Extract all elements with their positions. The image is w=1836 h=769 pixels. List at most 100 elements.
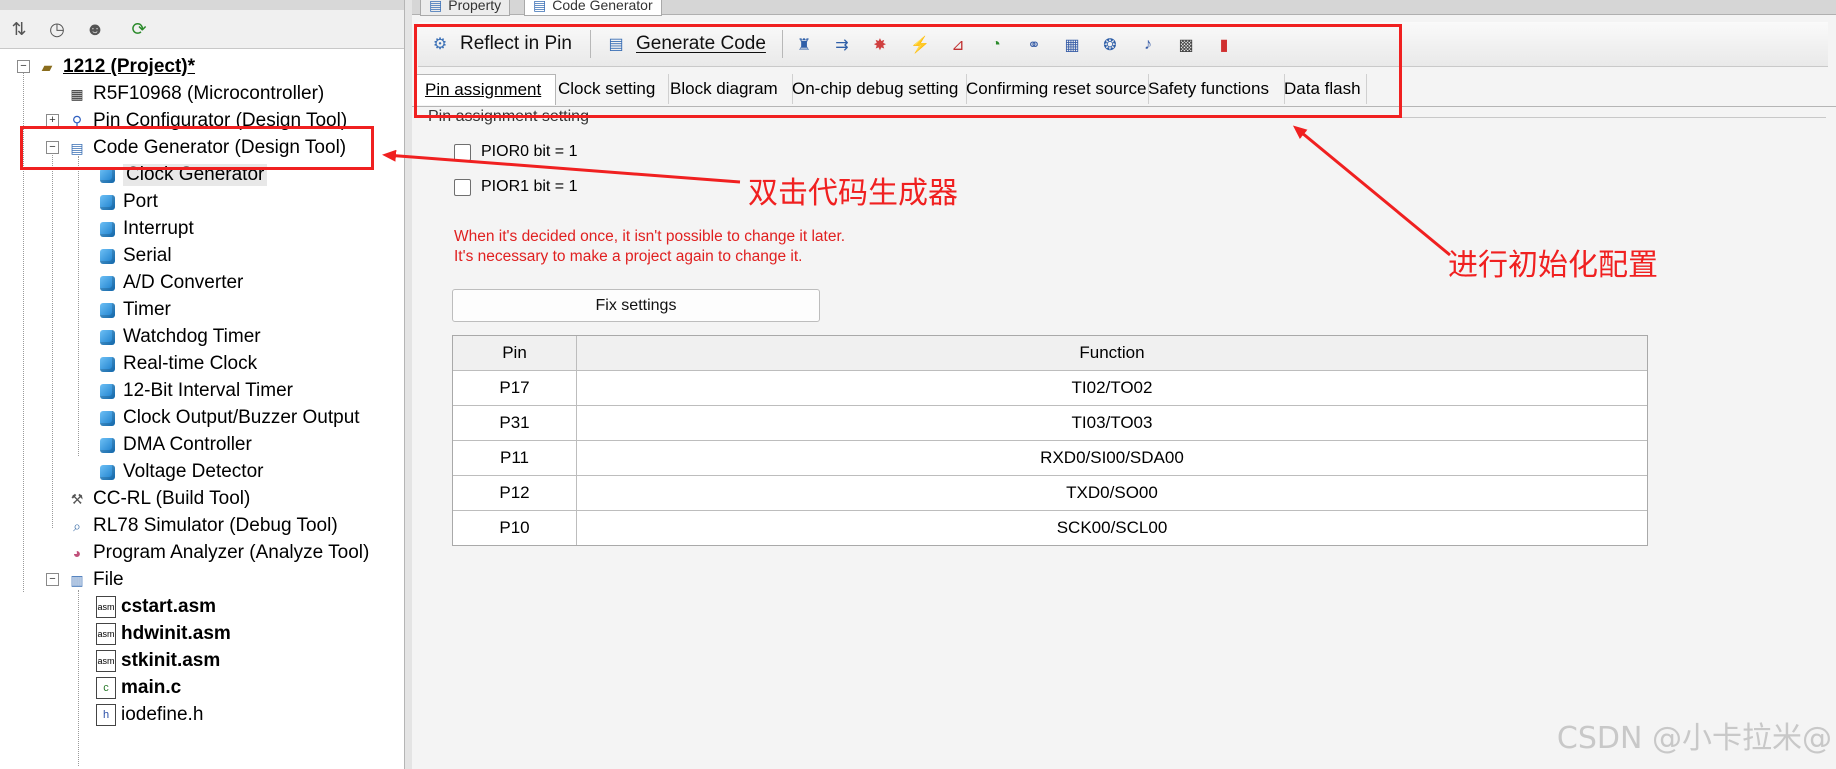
tree-item-ad-converter[interactable]: A/D Converter <box>96 270 243 296</box>
annotation-init-config: 进行初始化配置 <box>1448 248 1658 283</box>
pior1-checkbox[interactable]: PIOR1 bit = 1 <box>454 175 578 199</box>
person-icon[interactable]: ☻ <box>82 16 108 42</box>
tree-item-interval-timer[interactable]: 12-Bit Interval Timer <box>96 378 293 404</box>
pin-cell: P10 <box>453 511 577 545</box>
tree-item-label: Serial <box>123 245 172 266</box>
tree-item-label: RL78 Simulator (Debug Tool) <box>93 515 338 536</box>
function-cell: TI02/TO02 <box>1071 378 1153 397</box>
tab-label: Code Generator <box>552 0 653 13</box>
tree-item-label: Watchdog Timer <box>123 326 261 347</box>
tree-item-label: 1212 (Project)* <box>63 56 196 77</box>
table-row[interactable]: P10 SCK00/SCL00 <box>453 511 1647 545</box>
tree-item-label: cstart.asm <box>121 596 217 617</box>
table-row[interactable]: P17 TI02/TO02 <box>453 371 1647 406</box>
warning-text: When it's decided once, it isn't possibl… <box>454 228 846 245</box>
tree-item-serial[interactable]: Serial <box>96 243 172 269</box>
table-row[interactable]: P12 TXD0/SO00 <box>453 476 1647 511</box>
pin-cell: P11 <box>453 441 577 475</box>
tree-item-label: R5F10968 (Microcontroller) <box>93 83 325 104</box>
tree-item-voltage-detector[interactable]: Voltage Detector <box>96 459 263 485</box>
asm-file-icon: asm <box>96 650 116 672</box>
tree-item-label: Port <box>123 191 158 212</box>
checkbox-label: PIOR1 bit = 1 <box>481 178 578 195</box>
tab-code-generator[interactable]: ▤ Code Generator <box>524 0 662 16</box>
tree-item-timer[interactable]: Timer <box>96 297 171 323</box>
tree-item-label: A/D Converter <box>123 272 244 293</box>
tree-item-port[interactable]: Port <box>96 189 158 215</box>
pior0-checkbox[interactable]: PIOR0 bit = 1 <box>454 140 578 164</box>
peripheral-icon <box>96 434 118 456</box>
checkbox-label: PIOR0 bit = 1 <box>481 143 578 160</box>
hammer-icon: ⚒ <box>70 490 84 507</box>
h-file-icon: h <box>96 704 116 726</box>
clock-icon[interactable]: ◷ <box>44 16 70 42</box>
refresh-icon[interactable]: ⟳ <box>126 16 152 42</box>
sort-icon[interactable]: ⇅ <box>6 16 32 42</box>
simulator-icon: ⌕ <box>73 517 81 534</box>
function-cell: TI03/TO03 <box>1071 413 1153 432</box>
tree-item-file[interactable]: asm hdwinit.asm <box>96 621 231 647</box>
tree-item-debug-tool[interactable]: ⌕ RL78 Simulator (Debug Tool) <box>66 513 338 539</box>
pin-cell: P17 <box>453 371 577 405</box>
annotation-double-click: 双击代码生成器 <box>748 176 958 211</box>
asm-file-icon: asm <box>96 596 116 618</box>
tree-item-label: stkinit.asm <box>121 650 221 671</box>
tree-item-build-tool[interactable]: ⚒ CC-RL (Build Tool) <box>66 486 251 512</box>
tree-item-label: CC-RL (Build Tool) <box>93 488 251 509</box>
project-tree-pane: ⇅ ◷ ☻ ⟳ − ▰ 1212 (Project)* ▦ R5F10968 (… <box>0 0 409 769</box>
tree-item-file[interactable]: asm stkinit.asm <box>96 648 220 674</box>
column-header-pin[interactable]: Pin <box>453 336 577 370</box>
tree-item-file[interactable]: c main.c <box>96 675 181 701</box>
checkbox-box[interactable] <box>454 178 471 196</box>
table-row[interactable]: P31 TI03/TO03 <box>453 406 1647 441</box>
folder-icon: ▥ <box>70 571 84 588</box>
tree-item-label: iodefine.h <box>121 704 204 725</box>
watermark: CSDN @小卡拉米@ <box>1556 721 1832 756</box>
chip-icon: ▦ <box>70 85 84 102</box>
peripheral-icon <box>96 326 118 348</box>
tree-item-label: Program Analyzer (Analyze Tool) <box>93 542 370 563</box>
tree-item-analyze-tool[interactable]: ◕ Program Analyzer (Analyze Tool) <box>66 540 370 566</box>
analyzer-icon: ◕ <box>72 545 82 561</box>
peripheral-icon <box>96 299 118 321</box>
tree-item-real-time-clock[interactable]: Real-time Clock <box>96 351 257 377</box>
checkbox-box[interactable] <box>454 143 471 161</box>
expand-project-icon[interactable]: − <box>17 60 30 73</box>
tree-item-interrupt[interactable]: Interrupt <box>96 216 194 242</box>
column-header-function[interactable]: Function <box>577 336 1647 370</box>
code-generator-icon: ▤ <box>533 0 547 13</box>
peripheral-icon <box>96 245 118 267</box>
pin-function-table: Pin Function P17 TI02/TO02 P31 TI03/TO03… <box>452 335 1648 546</box>
peripheral-icon <box>96 191 118 213</box>
tree-item-file[interactable]: asm cstart.asm <box>96 594 216 620</box>
fix-settings-button[interactable]: Fix settings <box>452 289 820 322</box>
expand-file-icon[interactable]: − <box>46 573 59 586</box>
tree-item-project[interactable]: ▰ 1212 (Project)* <box>36 54 195 80</box>
tree-item-dma-controller[interactable]: DMA Controller <box>96 432 252 458</box>
pane-header-strip <box>0 0 408 10</box>
property-icon: ▤ <box>429 0 443 13</box>
table-row[interactable]: P11 RXD0/SI00/SDA00 <box>453 441 1647 476</box>
peripheral-icon <box>96 407 118 429</box>
tree-item-label: main.c <box>121 677 182 698</box>
tree-item-label: Clock Output/Buzzer Output <box>123 407 360 428</box>
peripheral-icon <box>96 380 118 402</box>
highlight-toolbar <box>414 24 1402 118</box>
peripheral-icon <box>96 353 118 375</box>
table-header-row: Pin Function <box>453 336 1647 371</box>
c-file-icon: c <box>96 677 116 699</box>
tree-item-clock-output[interactable]: Clock Output/Buzzer Output <box>96 405 360 431</box>
tree-item-label: hdwinit.asm <box>121 623 231 644</box>
peripheral-icon <box>96 272 118 294</box>
tree-item-label: Timer <box>123 299 171 320</box>
tree-item-file[interactable]: h iodefine.h <box>96 702 203 728</box>
tree-item-file-folder[interactable]: ▥ File <box>66 567 124 593</box>
asm-file-icon: asm <box>96 623 116 645</box>
tree-item-watchdog-timer[interactable]: Watchdog Timer <box>96 324 261 350</box>
tab-property[interactable]: ▤ Property <box>420 0 511 16</box>
warning-text: It's necessary to make a project again t… <box>454 248 803 265</box>
pin-cell: P31 <box>453 406 577 440</box>
tree-item-microcontroller[interactable]: ▦ R5F10968 (Microcontroller) <box>66 81 324 107</box>
peripheral-icon <box>96 218 118 240</box>
tree-item-label: File <box>93 569 124 590</box>
